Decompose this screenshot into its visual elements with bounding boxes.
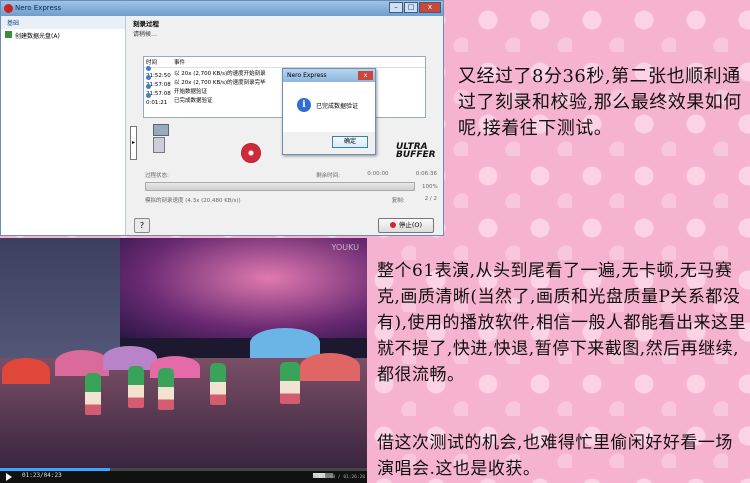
- umbrella: [250, 328, 320, 358]
- dialog-titlebar[interactable]: Nero Express x: [283, 69, 375, 82]
- log-col-event: 事件: [174, 60, 186, 66]
- speed-label: 模拟的刻录速度 (4.3x (20,480 KB/s)): [145, 198, 241, 204]
- playback-time: 01:23/04:23: [22, 472, 62, 479]
- dialog-title: Nero Express: [287, 72, 327, 79]
- nero-express-window: Nero Express – □ x 基础 创建数据光盘(A) 刻录过程 请稍候…: [0, 0, 444, 236]
- paragraph-3: 借这次测试的机会,也难得忙里偷闲好好看一场演唱会.这也是收获。: [377, 433, 733, 479]
- window-titlebar[interactable]: Nero Express – □ x: [1, 1, 443, 16]
- copies-value: 2 / 2: [424, 196, 437, 202]
- help-button[interactable]: ?: [134, 218, 150, 233]
- ok-button[interactable]: 确定: [332, 136, 368, 148]
- ultra-buffer-logo: ULTRA BUFFER: [396, 142, 436, 160]
- nero-app-icon: [4, 4, 13, 13]
- log-header: 时间 事件: [144, 57, 425, 68]
- stop-icon: [389, 222, 396, 228]
- seek-progress: [0, 468, 111, 471]
- remaining-label: 剩余时间:: [316, 173, 340, 179]
- burning-disc-icon: [241, 143, 261, 163]
- data-disc-icon: [5, 31, 12, 38]
- dialog-message: 已完成数据验证: [316, 103, 359, 110]
- information-icon: i: [297, 98, 311, 112]
- copies-label: 复制:: [391, 198, 405, 204]
- dancer: [210, 363, 226, 405]
- youku-watermark: YOUKU: [331, 243, 360, 252]
- sidebar-header: 基础: [1, 16, 125, 29]
- right-time: 01:12:40 / 01:26:28: [313, 475, 365, 480]
- info-icon: [146, 84, 151, 89]
- verification-dialog: Nero Express x i 已完成数据验证 确定: [282, 68, 376, 155]
- remaining-value: 0:00:00: [367, 171, 389, 177]
- section-subtitle: 请稍候…: [133, 31, 158, 38]
- video-player[interactable]: YOUKU 01:23/04:23 01:12:40 / 01:26:28: [0, 238, 367, 483]
- play-icon[interactable]: [6, 473, 12, 481]
- sidebar-item-label: 创建数据光盘(A): [15, 33, 60, 40]
- umbrella: [300, 353, 360, 381]
- burn-progress-bar: [145, 182, 415, 191]
- dialog-body: i 已完成数据验证: [283, 82, 375, 132]
- maximize-button[interactable]: □: [404, 2, 418, 13]
- status-label: 过程状态:: [145, 173, 169, 179]
- log-col-time: 时间: [146, 60, 158, 66]
- dancer: [85, 373, 101, 415]
- paragraph-1: 又经过了8分36秒,第二张也顺利通过了刻录和校验,那么最终效果如何呢,接着往下测…: [458, 66, 742, 139]
- dancer: [280, 362, 300, 404]
- dancer: [128, 366, 144, 408]
- seek-bar[interactable]: [0, 468, 367, 471]
- dialog-close-button[interactable]: x: [358, 71, 373, 80]
- paragraph-2: 整个61表演,从头到尾看了一遍,无卡顿,无马赛克,画质清晰(当然了,画质和光盘质…: [377, 261, 746, 385]
- stop-button[interactable]: 停止(O): [378, 218, 434, 233]
- umbrella: [55, 350, 109, 376]
- info-icon: [146, 75, 151, 80]
- status-row: 过程状态: 剩余时间: 0:00:00 0:06:36: [145, 171, 437, 179]
- log-time: 0:01:21: [146, 100, 168, 106]
- progress-percent: 100%: [422, 184, 438, 190]
- stage-led-screen: [120, 238, 367, 338]
- elapsed-value: 0:06:36: [415, 171, 437, 177]
- info-icon: [146, 66, 151, 71]
- section-title: 刻录过程: [133, 20, 159, 28]
- sidebar-item-create-data-disc[interactable]: 创建数据光盘(A): [1, 29, 125, 42]
- window-title: Nero Express: [15, 4, 62, 12]
- speed-row: 模拟的刻录速度 (4.3x (20,480 KB/s)) 复制: 2 / 2: [145, 196, 437, 204]
- player-controls: 01:23/04:23 01:12:40 / 01:26:28: [0, 468, 367, 483]
- expand-panel-button[interactable]: ▸: [130, 126, 137, 160]
- computer-icon: [153, 124, 175, 154]
- task-sidebar: 基础 创建数据光盘(A): [1, 16, 126, 235]
- umbrella: [2, 358, 50, 384]
- stop-label: 停止(O): [398, 221, 423, 229]
- dancer: [158, 368, 174, 410]
- info-icon: [146, 93, 151, 98]
- close-button[interactable]: x: [419, 2, 441, 13]
- minimize-button[interactable]: –: [389, 2, 403, 13]
